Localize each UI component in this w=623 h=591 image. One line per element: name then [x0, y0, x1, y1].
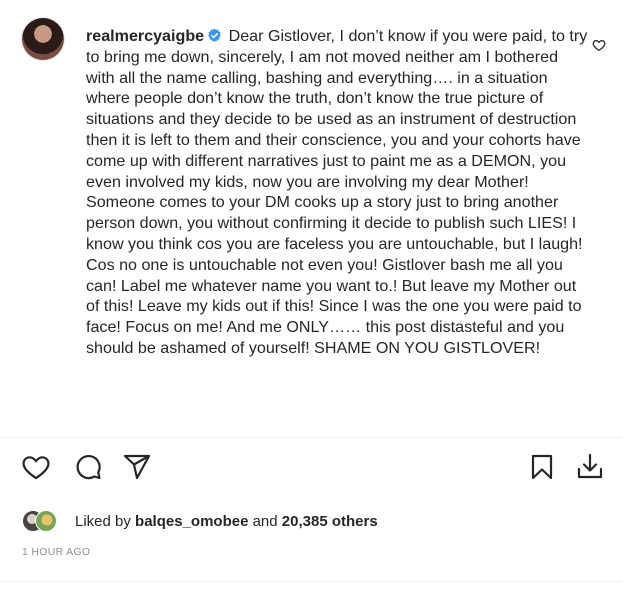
likes-summary: Liked by balqes_omobee and 20,385 others [75, 512, 378, 532]
heart-outline-icon[interactable] [592, 38, 606, 52]
caption-text: realmercyaigbe Dear Gistlover, I don’t k… [86, 26, 591, 359]
divider [0, 437, 623, 438]
heart-icon[interactable] [21, 452, 51, 482]
likes-count[interactable]: 20,385 others [282, 513, 378, 530]
verified-badge-icon [208, 28, 221, 42]
comment-icon[interactable] [73, 452, 103, 482]
download-icon[interactable] [575, 452, 605, 482]
liker-avatar[interactable] [35, 510, 57, 532]
liker-username[interactable]: balqes_omobee [135, 513, 248, 530]
likes-connector: and [252, 513, 278, 530]
action-bar [0, 452, 623, 488]
avatar[interactable] [22, 18, 64, 60]
bookmark-icon[interactable] [527, 452, 557, 482]
divider [0, 581, 623, 582]
paper-plane-icon[interactable] [122, 452, 152, 482]
username-link[interactable]: realmercyaigbe [86, 27, 204, 45]
post-timestamp[interactable]: 1 HOUR AGO [22, 546, 90, 558]
instagram-post: realmercyaigbe Dear Gistlover, I don’t k… [0, 0, 623, 591]
likes-row: Liked by balqes_omobee and 20,385 others [22, 508, 582, 534]
caption-body: Dear Gistlover, I don’t know if you were… [86, 27, 588, 357]
likes-prefix: Liked by [75, 513, 131, 530]
liker-avatars [22, 510, 68, 532]
